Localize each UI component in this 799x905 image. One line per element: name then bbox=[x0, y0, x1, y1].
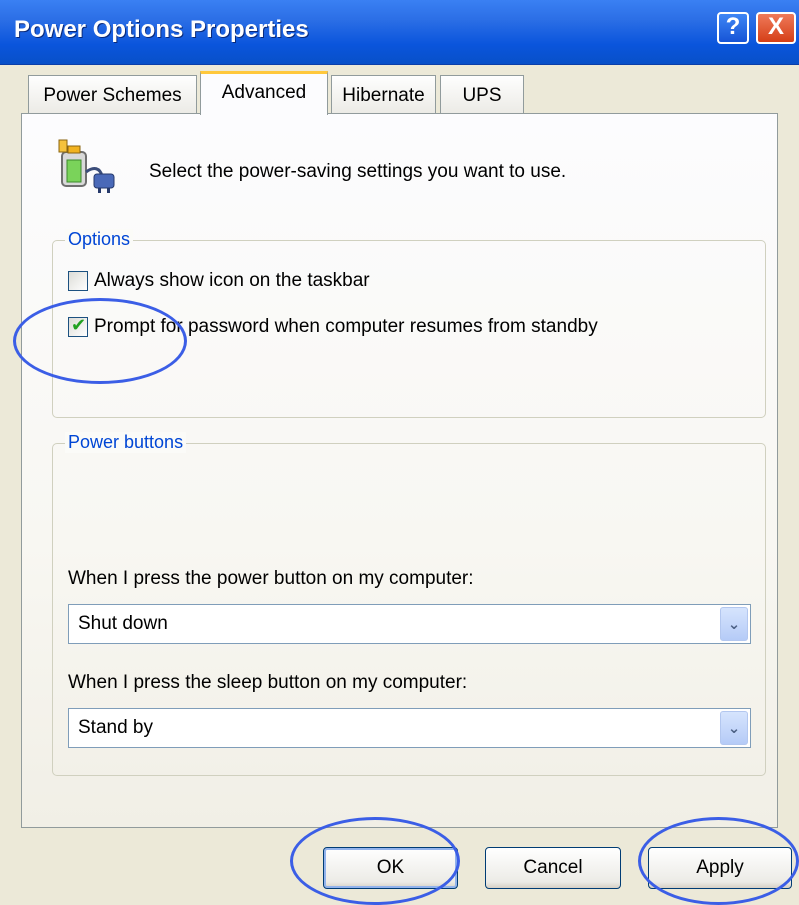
options-group: Options Always show icon on the taskbar … bbox=[52, 229, 766, 418]
window-title: Power Options Properties bbox=[14, 16, 309, 43]
tab-power-schemes[interactable]: Power Schemes bbox=[28, 75, 197, 113]
tab-ups[interactable]: UPS bbox=[440, 75, 524, 113]
power-buttons-group: Power buttons When I press the power but… bbox=[52, 432, 766, 776]
sleep-button-label: When I press the sleep button on my comp… bbox=[68, 672, 468, 693]
power-button-value: Shut down bbox=[78, 613, 168, 634]
prompt-password-checkbox[interactable]: ✔ bbox=[68, 315, 88, 337]
options-legend: Options bbox=[65, 229, 134, 250]
prompt-password-label[interactable]: Prompt for password when computer resume… bbox=[94, 316, 598, 338]
cancel-button[interactable]: Cancel bbox=[485, 847, 621, 889]
ok-button[interactable]: OK bbox=[323, 847, 458, 889]
tab-advanced[interactable]: Advanced bbox=[200, 71, 328, 115]
power-meter-plug-icon bbox=[58, 139, 115, 193]
power-buttons-legend: Power buttons bbox=[65, 432, 187, 453]
checkmark-icon: ✔ bbox=[71, 315, 87, 336]
always-show-icon-checkbox[interactable] bbox=[68, 271, 88, 291]
chevron-down-icon[interactable]: ⌄ bbox=[720, 711, 748, 745]
close-button[interactable]: X bbox=[756, 12, 796, 44]
apply-button[interactable]: Apply bbox=[648, 847, 792, 889]
tab-panel-advanced: Select the power-saving settings you wan… bbox=[21, 113, 778, 828]
help-button[interactable]: ? bbox=[717, 12, 749, 44]
chevron-down-icon[interactable]: ⌄ bbox=[720, 607, 748, 641]
always-show-icon-label[interactable]: Always show icon on the taskbar bbox=[94, 270, 370, 292]
power-button-select[interactable]: Shut down ⌄ bbox=[68, 604, 751, 644]
sleep-button-select[interactable]: Stand by ⌄ bbox=[68, 708, 751, 748]
power-options-dialog: Power Options Properties ? X Power Schem… bbox=[0, 0, 799, 905]
tab-hibernate[interactable]: Hibernate bbox=[331, 75, 436, 113]
power-button-label: When I press the power button on my comp… bbox=[68, 568, 474, 589]
sleep-button-value: Stand by bbox=[78, 717, 153, 738]
header-text: Select the power-saving settings you wan… bbox=[149, 161, 567, 182]
title-bar[interactable]: Power Options Properties ? X bbox=[0, 0, 799, 65]
